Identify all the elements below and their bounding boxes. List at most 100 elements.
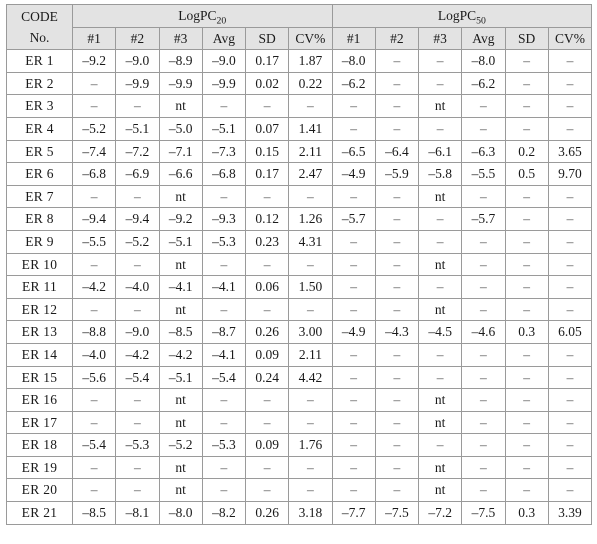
data-cell: – xyxy=(418,342,463,367)
data-cell: – xyxy=(288,184,333,209)
data-cell: –6.1 xyxy=(418,139,463,164)
data-cell: – xyxy=(331,342,376,367)
data-cell: 0.26 xyxy=(244,501,290,525)
subheader-pc50-sd: SD xyxy=(504,26,549,51)
data-cell: – xyxy=(71,388,117,412)
data-cell: – xyxy=(71,455,117,480)
data-cell: – xyxy=(547,229,593,254)
row-code-cell: ER 15 xyxy=(6,365,73,390)
data-cell: 1.76 xyxy=(288,433,333,457)
data-cell: –6.3 xyxy=(461,139,506,164)
data-cell: –5.5 xyxy=(71,229,117,254)
data-cell: 0.26 xyxy=(244,320,290,344)
data-cell: 0.09 xyxy=(244,342,290,367)
data-cell: nt xyxy=(158,410,203,435)
data-cell: – xyxy=(331,184,376,209)
data-cell: – xyxy=(461,433,506,457)
data-cell: 1.26 xyxy=(288,207,333,231)
data-cell: – xyxy=(201,297,247,322)
subheader-pc20-cv: CV% xyxy=(288,26,333,51)
data-cell: –7.4 xyxy=(71,139,117,164)
data-cell: – xyxy=(201,455,247,480)
row-code-cell: ER 11 xyxy=(6,275,73,299)
data-cell: – xyxy=(461,94,506,118)
data-cell: –6.8 xyxy=(71,162,117,186)
data-cell: –8.2 xyxy=(201,501,247,525)
data-cell: – xyxy=(547,94,593,118)
data-cell: – xyxy=(461,478,506,503)
data-cell: – xyxy=(71,184,117,209)
data-cell: nt xyxy=(158,478,203,503)
row-code-cell: ER 14 xyxy=(6,342,73,367)
data-cell: – xyxy=(331,478,376,503)
data-cell: – xyxy=(201,252,247,277)
row-code-cell: ER 3 xyxy=(6,94,73,118)
data-cell: – xyxy=(201,478,247,503)
data-cell: – xyxy=(374,455,420,480)
table-row: ER 2– –9.9 –9.9 –9.9 0.02 0.22 –6.2– – –6.2– – xyxy=(6,71,593,96)
data-cell: –4.3 xyxy=(374,320,420,344)
data-cell: –5.1 xyxy=(115,116,160,141)
subheader-pc20-avg: Avg xyxy=(201,26,247,51)
data-cell: –8.5 xyxy=(158,320,203,344)
row-code-cell: ER 18 xyxy=(6,433,73,457)
data-cell: – xyxy=(201,410,247,435)
table-row: ER 3– – nt – – – – – nt – – – xyxy=(6,94,593,118)
data-cell: – xyxy=(418,207,463,231)
data-cell: – xyxy=(374,388,420,412)
table-row: ER 19– – nt – – – – – nt – – – xyxy=(6,455,593,480)
data-cell: –9.0 xyxy=(115,320,160,344)
row-code-cell: ER 12 xyxy=(6,297,73,322)
data-cell: –5.2 xyxy=(158,433,203,457)
data-cell: – xyxy=(547,478,593,503)
data-cell: –8.0 xyxy=(158,501,203,525)
data-cell: – xyxy=(547,116,593,141)
data-cell: –9.2 xyxy=(158,207,203,231)
data-cell: – xyxy=(504,184,549,209)
subheader-pc20-rep2: #2 xyxy=(115,26,160,51)
data-cell: –9.9 xyxy=(158,71,203,96)
data-cell: 4.42 xyxy=(288,365,333,390)
data-cell: – xyxy=(244,478,290,503)
table-row: ER 4 –5.2 –5.1 –5.0 –5.1 0.07 1.41– – – – – – xyxy=(6,116,593,141)
data-cell: – xyxy=(547,410,593,435)
row-code-cell: ER 8 xyxy=(6,207,73,231)
data-cell: –8.7 xyxy=(201,320,247,344)
data-cell: – xyxy=(418,275,463,299)
data-cell: –5.1 xyxy=(158,229,203,254)
data-cell: – xyxy=(461,275,506,299)
data-cell: – xyxy=(115,410,160,435)
data-cell: –6.4 xyxy=(374,139,420,164)
data-cell: – xyxy=(331,229,376,254)
data-cell: – xyxy=(244,94,290,118)
table-row: ER 9 –5.5 –5.2 –5.1 –5.3 0.23 4.31– – – – – – xyxy=(6,229,593,254)
table-row: ER 18 –5.4 –5.3 –5.2 –5.3 0.09 1.76– – – – – – xyxy=(6,433,593,457)
row-code-cell: ER 9 xyxy=(6,229,73,254)
subheader-pc20-rep3: #3 xyxy=(158,26,203,51)
data-cell: – xyxy=(547,455,593,480)
table-row: ER 21 –8.5 –8.1 –8.0 –8.2 0.26 3.18 –7.7 –7.5 –7.… xyxy=(6,501,593,525)
data-cell: –5.2 xyxy=(115,229,160,254)
data-cell: – xyxy=(71,94,117,118)
data-cell: 3.00 xyxy=(288,320,333,344)
table-row: ER 8 –9.4 –9.4 –9.2 –9.3 0.12 1.26 –5.7– – –5.7– – xyxy=(6,207,593,231)
data-cell: –4.2 xyxy=(71,275,117,299)
data-cell: – xyxy=(418,229,463,254)
data-cell: 0.22 xyxy=(288,71,333,96)
data-cell: – xyxy=(331,94,376,118)
group-header-logpc20-subscript: 20 xyxy=(216,15,227,27)
data-cell: – xyxy=(71,252,117,277)
group-header-logpc20: LogPC20 xyxy=(72,4,333,28)
data-cell: – xyxy=(288,455,333,480)
subheader-pc50-rep1: #1 xyxy=(331,26,376,51)
data-cell: 3.65 xyxy=(547,139,593,164)
data-cell: –6.2 xyxy=(331,71,376,96)
data-cell: 9.70 xyxy=(547,162,593,186)
data-cell: – xyxy=(547,365,593,390)
data-cell: –5.3 xyxy=(115,433,160,457)
data-cell: – xyxy=(71,410,117,435)
data-cell: –6.9 xyxy=(115,162,160,186)
row-code-cell: ER 7 xyxy=(6,184,73,209)
data-cell: – xyxy=(418,116,463,141)
data-cell: – xyxy=(71,297,117,322)
